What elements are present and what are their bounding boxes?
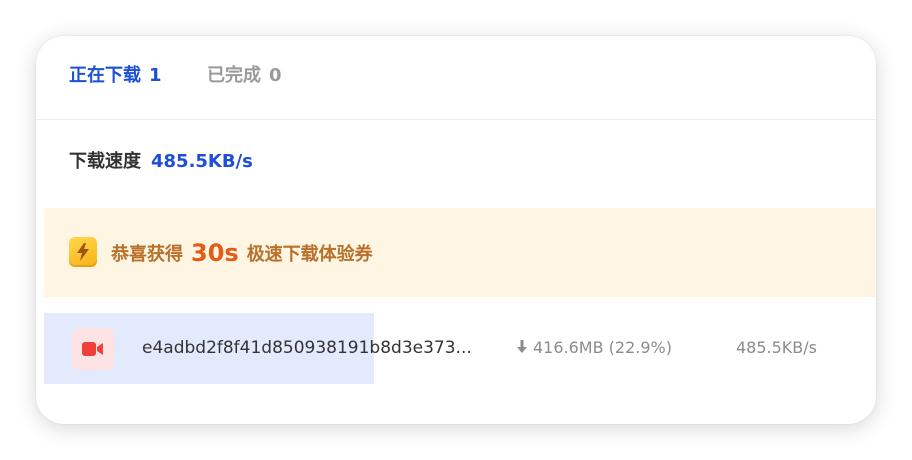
promo-banner[interactable]: 恭喜获得 30s 极速下载体验券 (44, 208, 876, 297)
promo-suffix: 极速下载体验券 (246, 244, 373, 265)
tab-completed-count: 0 (269, 65, 282, 86)
tab-downloading[interactable]: 正在下载 1 (69, 64, 162, 88)
download-item[interactable]: e4adbd2f8f41d850938191b8d3e373... 416.6M… (44, 313, 876, 384)
tab-completed-label: 已完成 (207, 65, 261, 86)
download-speed-row: 下载速度 485.5KB/s (69, 150, 253, 174)
download-panel: 正在下载 1 已完成 0 下载速度 485.5KB/s 恭喜获得 30s 极速下载体验券 … (36, 36, 876, 424)
video-file-icon (72, 328, 114, 370)
download-file-size-text: 416.6MB (22.9%) (533, 338, 672, 357)
arrow-down-icon (517, 340, 527, 353)
download-file-speed: 485.5KB/s (736, 338, 817, 357)
lightning-icon (69, 237, 97, 267)
tab-completed[interactable]: 已完成 0 (207, 64, 282, 88)
download-speed-value: 485.5KB/s (151, 151, 253, 172)
download-file-name: e4adbd2f8f41d850938191b8d3e373... (142, 338, 472, 358)
promo-amount: 30s (191, 239, 239, 267)
tab-downloading-label: 正在下载 (69, 65, 141, 86)
download-file-size: 416.6MB (22.9%) (516, 337, 672, 359)
tab-bar: 正在下载 1 已完成 0 (36, 36, 876, 120)
promo-text: 恭喜获得 30s 极速下载体验券 (111, 238, 373, 270)
tab-downloading-count: 1 (149, 65, 162, 86)
download-speed-label: 下载速度 (69, 151, 141, 172)
promo-prefix: 恭喜获得 (111, 244, 183, 265)
